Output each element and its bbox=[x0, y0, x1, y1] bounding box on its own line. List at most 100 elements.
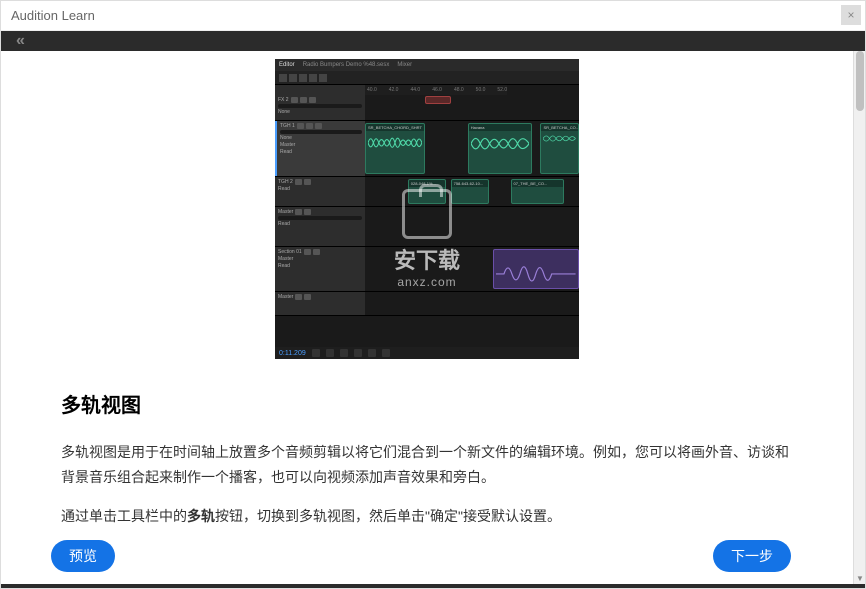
clip: SR_BETCHA_CHORD_SHRT bbox=[365, 123, 425, 174]
clip-label: SR_BETCHA_CHORD_SHRT bbox=[366, 124, 424, 131]
rewind-icon bbox=[312, 349, 320, 357]
daw-track: TGH 1 None Master Read bbox=[275, 121, 579, 177]
daw-tab-editor: Editor bbox=[279, 62, 295, 68]
loop-icon bbox=[354, 349, 362, 357]
forward-icon bbox=[382, 349, 390, 357]
track-content: SR_BETCHA_CHORD_SHRT Havana SR_BETCHA_CO… bbox=[365, 121, 579, 176]
track-output: Master bbox=[280, 142, 362, 148]
content-area: Editor Radio Bumpers Demo %48.sesx Mixer bbox=[1, 51, 853, 584]
back-icon[interactable]: « bbox=[16, 32, 25, 50]
track-name: TGH 2 bbox=[278, 179, 293, 185]
ruler-tick: 52.0 bbox=[497, 87, 507, 93]
window-title: Audition Learn bbox=[11, 8, 95, 23]
bottom-border bbox=[1, 584, 865, 588]
daw-tool-icon bbox=[289, 74, 297, 82]
daw-tab-mixer: Mixer bbox=[397, 62, 412, 68]
track-automation: Read bbox=[278, 186, 362, 192]
clip bbox=[493, 249, 579, 289]
track-name: Master bbox=[278, 209, 293, 215]
daw-track-head: Master Read bbox=[275, 207, 365, 246]
daw-ruler: 40.0 42.0 44.0 46.0 48.0 50.0 52.0 bbox=[365, 85, 507, 95]
track-name: Section 01 bbox=[278, 249, 302, 255]
text-fragment: 通过单击工具栏中的 bbox=[61, 508, 187, 524]
article: 多轨视图 多轨视图是用于在时间轴上放置多个音频剪辑以将它们混合到一个新文件的编辑… bbox=[1, 359, 853, 554]
record-icon bbox=[315, 123, 322, 129]
solo-icon bbox=[304, 294, 311, 300]
mute-icon bbox=[304, 249, 311, 255]
text-fragment: 按钮，切换到多轨视图，然后单击"确定"接受默认设置。 bbox=[215, 508, 561, 524]
track-output: Master bbox=[278, 256, 362, 262]
next-button[interactable]: 下一步 bbox=[713, 540, 791, 572]
clip-label: 758-643-62-10... bbox=[452, 180, 489, 187]
track-name: TGH 1 bbox=[280, 123, 295, 129]
daw-track-head: Section 01 Master Read bbox=[275, 247, 365, 291]
daw-track: Master bbox=[275, 292, 579, 316]
daw-track-head: TGH 1 None Master Read bbox=[275, 121, 365, 176]
clip-label: 028-048-1%... bbox=[409, 180, 446, 187]
mute-icon bbox=[295, 179, 302, 185]
app-window: Audition Learn × « Editor Radio Bumpers … bbox=[0, 0, 866, 589]
daw-screenshot: Editor Radio Bumpers Demo %48.sesx Mixer bbox=[275, 59, 579, 359]
track-content bbox=[365, 95, 579, 120]
top-toolbar: « bbox=[1, 31, 865, 51]
record-icon bbox=[368, 349, 376, 357]
track-routing: None bbox=[280, 135, 362, 141]
daw-ruler-head bbox=[275, 85, 365, 95]
track-name: Master bbox=[278, 294, 293, 300]
ruler-tick: 44.0 bbox=[410, 87, 420, 93]
daw-track-head: Master bbox=[275, 292, 365, 315]
track-automation: Read bbox=[280, 149, 362, 155]
track-automation: Read bbox=[278, 221, 362, 227]
daw-main: 40.0 42.0 44.0 46.0 48.0 50.0 52.0 bbox=[275, 85, 579, 347]
track-content bbox=[365, 247, 579, 291]
record-icon bbox=[309, 97, 316, 103]
daw-timeline: 40.0 42.0 44.0 46.0 48.0 50.0 52.0 bbox=[275, 85, 579, 347]
daw-tab-session: Radio Bumpers Demo %48.sesx bbox=[303, 62, 390, 68]
clip: Havana bbox=[468, 123, 532, 174]
close-button[interactable]: × bbox=[841, 5, 861, 25]
daw-tool-icon bbox=[299, 74, 307, 82]
track-slider bbox=[278, 104, 362, 108]
stop-icon bbox=[326, 349, 334, 357]
ruler-tick: 46.0 bbox=[432, 87, 442, 93]
clip: 07_THE_BE_CO... bbox=[511, 179, 565, 204]
daw-track: Master Read bbox=[275, 207, 579, 247]
daw-tool-icon bbox=[279, 74, 287, 82]
track-content bbox=[365, 207, 579, 246]
screenshot-container: Editor Radio Bumpers Demo %48.sesx Mixer bbox=[1, 51, 853, 359]
daw-track-head: FX 2 None bbox=[275, 95, 365, 120]
daw-tool-icon bbox=[319, 74, 327, 82]
solo-icon bbox=[300, 97, 307, 103]
daw-track-head: TGH 2 Read bbox=[275, 177, 365, 206]
track-content: 028-048-1%... 758-643-62-10... 07_THE_BE… bbox=[365, 177, 579, 206]
article-title: 多轨视图 bbox=[61, 389, 793, 418]
mute-icon bbox=[291, 97, 298, 103]
daw-track: Section 01 Master Read bbox=[275, 247, 579, 292]
solo-icon bbox=[306, 123, 313, 129]
solo-icon bbox=[304, 209, 311, 215]
clip-label: 07_THE_BE_CO... bbox=[512, 180, 564, 187]
mute-icon bbox=[295, 294, 302, 300]
scroll-down-icon[interactable]: ▼ bbox=[854, 572, 865, 584]
close-icon: × bbox=[847, 8, 854, 22]
mute-icon bbox=[297, 123, 304, 129]
play-icon bbox=[340, 349, 348, 357]
clip-label: SR_BETCHA_CO... bbox=[541, 124, 578, 131]
clip bbox=[425, 96, 451, 104]
scrollbar-thumb[interactable] bbox=[856, 51, 864, 111]
solo-icon bbox=[313, 249, 320, 255]
daw-toolbar bbox=[275, 71, 579, 85]
track-name: FX 2 bbox=[278, 97, 289, 103]
ruler-tick: 40.0 bbox=[367, 87, 377, 93]
clip-label: Havana bbox=[469, 124, 531, 131]
button-bar: 预览 下一步 bbox=[1, 540, 841, 572]
vertical-scrollbar[interactable]: ▲ ▼ bbox=[853, 51, 865, 584]
mute-icon bbox=[295, 209, 302, 215]
clip: 028-048-1%... bbox=[408, 179, 447, 204]
daw-transport: 0:11.209 bbox=[275, 347, 579, 359]
timecode: 0:11.209 bbox=[279, 350, 306, 357]
content-wrapper: Editor Radio Bumpers Demo %48.sesx Mixer bbox=[1, 51, 865, 584]
daw-tabs: Editor Radio Bumpers Demo %48.sesx Mixer bbox=[275, 59, 579, 71]
preview-button[interactable]: 预览 bbox=[51, 540, 115, 572]
text-bold: 多轨 bbox=[187, 508, 215, 524]
